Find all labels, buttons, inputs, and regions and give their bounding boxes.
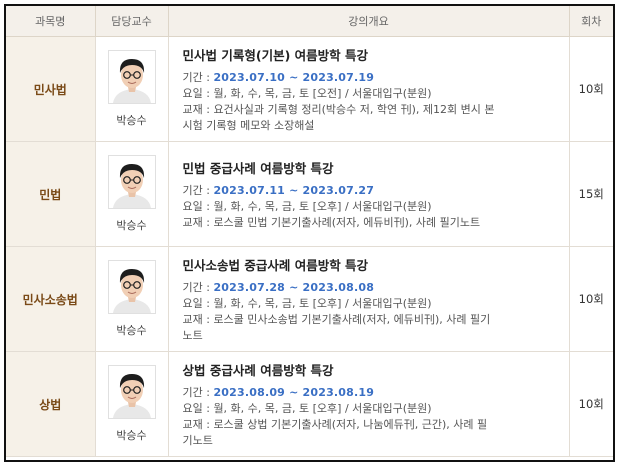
overview-cell: 민사소송법 중급사례 여름방학 특강 기간 : 2023.07.28 ~ 202… <box>167 246 570 352</box>
header-professor: 담당교수 <box>94 6 169 37</box>
days-line: 요일 : 월, 화, 수, 목, 금, 토 [오후] / 서울대입구(분원) <box>182 199 432 213</box>
period-line: 기간 : 2023.08.09 ~ 2023.08.19 <box>183 385 569 401</box>
overview-cell: 민사법 기록형(기본) 여름방학 특강 기간 : 2023.07.10 ~ 20… <box>167 36 570 142</box>
textbook-line: 교재 : 로스쿨 민사소송법 기본기출사례(저자, 에듀비刊), 사례 필기 <box>182 312 491 326</box>
textbook-line-cont: 노트 <box>182 328 203 342</box>
table-row: 민사법 박승수 민사법 기록형(기본) 여름방학 특강 기간 : 2023.07… <box>6 36 613 142</box>
textbook-line-cont: 시험 기록형 메모와 소장해설 <box>182 118 315 132</box>
table-header-row: 과목명 담당교수 강의개요 회차 <box>6 6 613 37</box>
period-label: 기간 : <box>182 183 210 197</box>
textbook-line: 교재 : 로스쿨 상법 기본기출사례(저자, 나눔에듀刊, 근간), 사례 필 <box>182 417 488 431</box>
course-title[interactable]: 민법 중급사례 여름방학 특강 <box>183 158 569 177</box>
course-schedule-table: 과목명 담당교수 강의개요 회차 민사법 박승수 민사법 기록형(기본) 여름방… <box>6 6 613 457</box>
professor-photo-icon <box>107 50 156 104</box>
period-value: 2023.08.09 ~ 2023.08.19 <box>213 385 375 399</box>
professor-name: 박승수 <box>116 324 147 337</box>
textbook-line-cont: 기노트 <box>182 433 213 447</box>
days-line: 요일 : 월, 화, 수, 목, 금, 토 [오후] / 서울대입구(분원) <box>182 401 432 415</box>
course-title[interactable]: 상법 중급사례 여름방학 특강 <box>183 360 569 379</box>
subject-cell: 민사소송법 <box>6 246 96 352</box>
days-line: 요일 : 월, 화, 수, 목, 금, 토 [오후] / 서울대입구(분원) <box>182 296 432 310</box>
period-line: 기간 : 2023.07.10 ~ 2023.07.19 <box>183 70 569 86</box>
header-overview: 강의개요 <box>167 6 570 37</box>
period-label: 기간 : <box>182 280 210 294</box>
textbook-line: 교재 : 로스쿨 민법 기본기출사례(저자, 에듀비刊), 사례 필기노트 <box>182 215 481 229</box>
header-subject: 과목명 <box>6 6 96 37</box>
subject-cell: 민사법 <box>6 36 96 142</box>
table-row: 상법 박승수 상법 중급사례 여름방학 특강 기간 : 2023.08.09 ~… <box>6 351 613 457</box>
course-title[interactable]: 민사소송법 중급사례 여름방학 특강 <box>183 255 569 274</box>
period-value: 2023.07.11 ~ 2023.07.27 <box>213 183 375 197</box>
overview-cell: 상법 중급사례 여름방학 특강 기간 : 2023.08.09 ~ 2023.0… <box>167 351 570 457</box>
days-line: 요일 : 월, 화, 수, 목, 금, 토 [오전] / 서울대입구(분원) <box>182 86 432 100</box>
professor-photo-icon <box>107 260 156 314</box>
professor-name: 박승수 <box>116 114 147 127</box>
period-line: 기간 : 2023.07.11 ~ 2023.07.27 <box>183 183 569 199</box>
sessions-cell: 10회 <box>568 246 613 352</box>
sessions-cell: 10회 <box>568 36 613 142</box>
professor-cell: 박승수 <box>94 141 169 247</box>
period-line: 기간 : 2023.07.28 ~ 2023.08.08 <box>183 280 569 296</box>
sessions-cell: 10회 <box>568 351 613 457</box>
course-schedule-table-frame: 과목명 담당교수 강의개요 회차 민사법 박승수 민사법 기록형(기본) 여름방… <box>4 4 615 462</box>
table-row: 민법 박승수 민법 중급사례 여름방학 특강 기간 : 2023.07.11 ~… <box>6 141 613 247</box>
professor-name: 박승수 <box>116 219 147 232</box>
professor-cell: 박승수 <box>94 351 169 457</box>
overview-cell: 민법 중급사례 여름방학 특강 기간 : 2023.07.11 ~ 2023.0… <box>167 141 570 247</box>
sessions-cell: 15회 <box>568 141 613 247</box>
header-sessions: 회차 <box>568 6 613 37</box>
table-row: 민사소송법 박승수 민사소송법 중급사례 여름방학 특강 기간 : 2023.0… <box>6 246 613 352</box>
period-label: 기간 : <box>182 385 210 399</box>
subject-cell: 상법 <box>6 351 96 457</box>
period-value: 2023.07.28 ~ 2023.08.08 <box>213 280 375 294</box>
course-title[interactable]: 민사법 기록형(기본) 여름방학 특강 <box>183 45 569 64</box>
professor-cell: 박승수 <box>94 36 169 142</box>
professor-name: 박승수 <box>116 429 147 442</box>
period-value: 2023.07.10 ~ 2023.07.19 <box>213 70 375 84</box>
textbook-line: 교재 : 요건사실과 기록형 정리(박승수 저, 학연 刊), 제12회 변시 … <box>182 102 495 116</box>
professor-photo-icon <box>107 365 156 419</box>
professor-cell: 박승수 <box>94 246 169 352</box>
subject-cell: 민법 <box>6 141 96 247</box>
period-label: 기간 : <box>182 70 210 84</box>
professor-photo-icon <box>107 155 156 209</box>
